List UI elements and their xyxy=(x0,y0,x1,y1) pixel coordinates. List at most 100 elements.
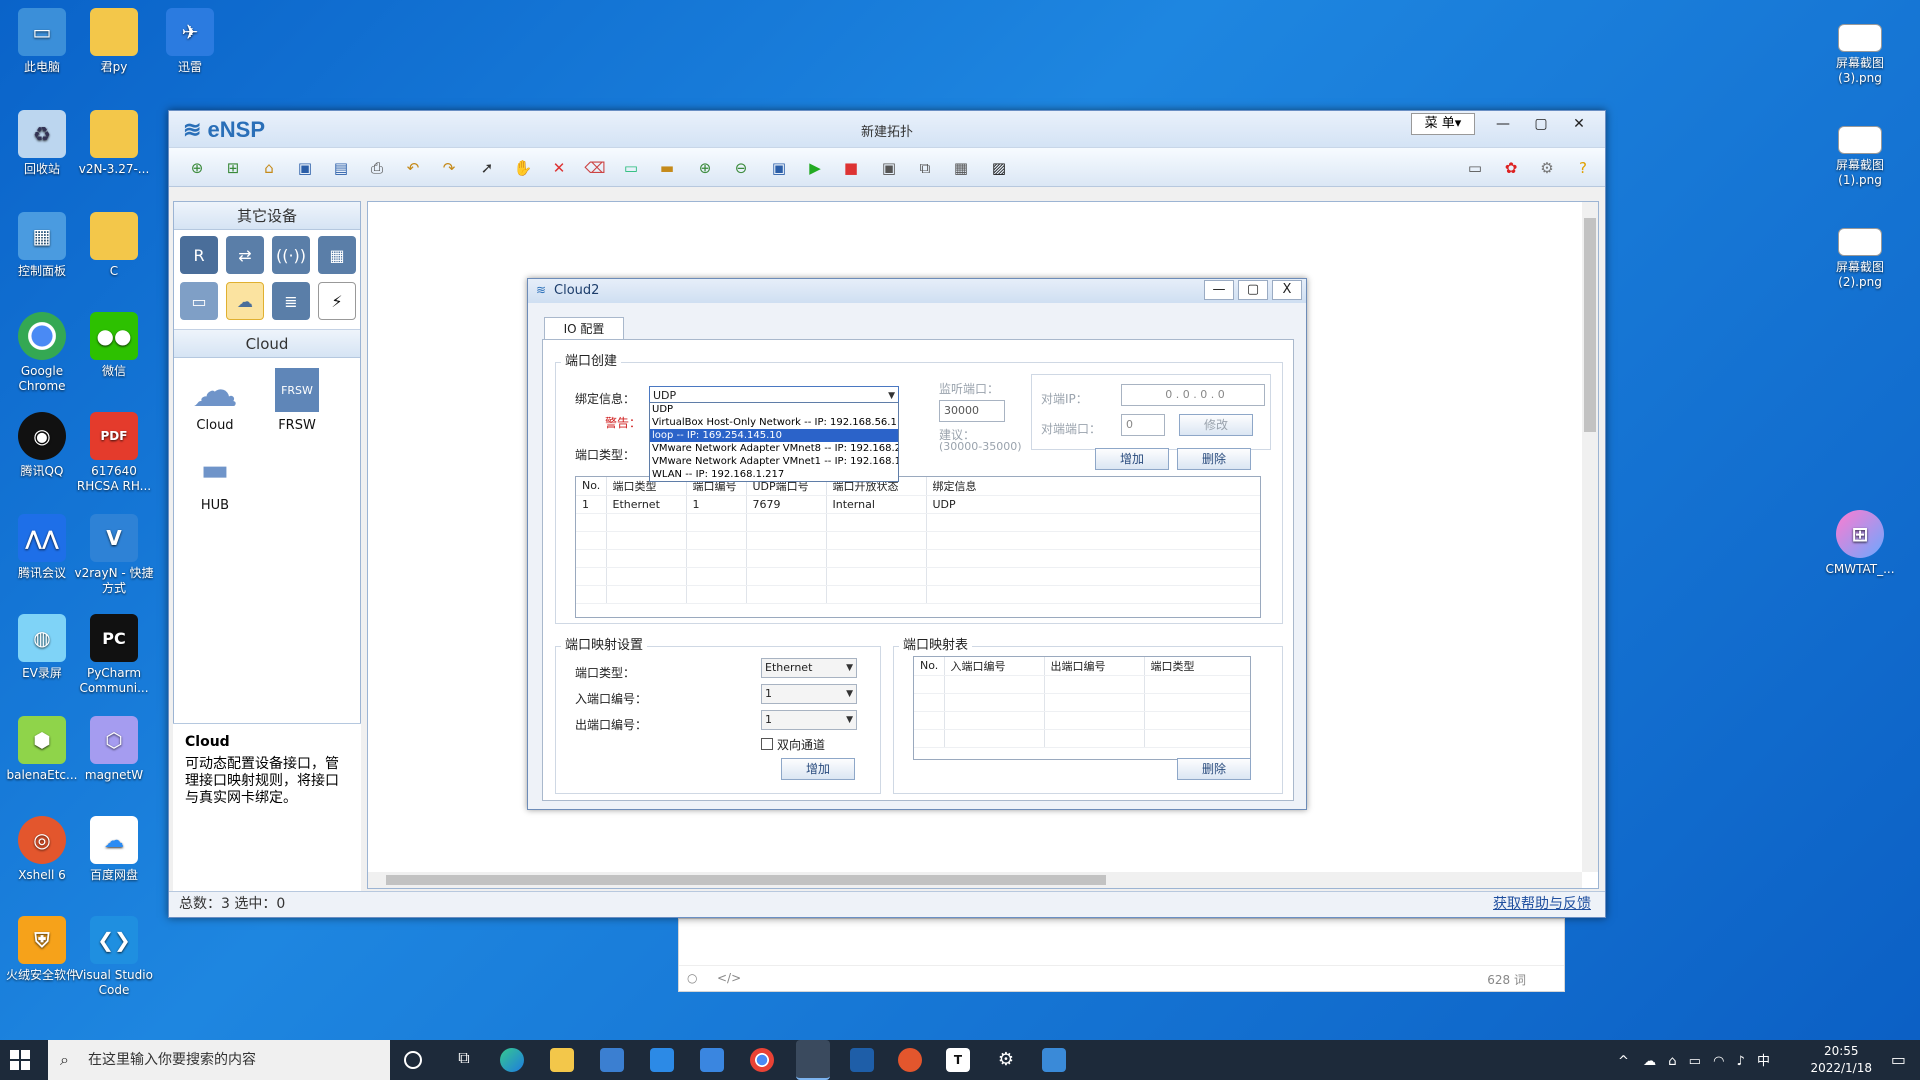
desktop-icon-magnetw[interactable]: ⬡ magnetW xyxy=(72,716,156,783)
start-icon[interactable]: ▶ xyxy=(803,156,827,180)
taskbar-search-box[interactable]: ⌕ 在这里输入你要搜索的内容 xyxy=(48,1040,390,1080)
add-mapping-button[interactable]: 增加 xyxy=(781,758,855,780)
desktop-icon-v2n-folder[interactable]: v2N-3.27-... xyxy=(72,110,156,177)
in-port-select[interactable]: 1 ▼ xyxy=(761,684,857,704)
chat-icon[interactable]: ▭ xyxy=(1463,156,1487,180)
modify-button[interactable]: 修改 xyxy=(1179,414,1253,436)
menu-button[interactable]: 菜 单▾ xyxy=(1411,113,1475,135)
huawei-icon[interactable]: ✿ xyxy=(1499,156,1523,180)
ensp-taskbar-icon[interactable] xyxy=(796,1040,830,1080)
bidirectional-checkbox[interactable] xyxy=(761,738,773,750)
hand-icon[interactable]: ✋ xyxy=(511,156,535,180)
code-icon[interactable]: </> xyxy=(717,971,741,985)
mail-icon[interactable] xyxy=(650,1048,674,1072)
minimize-button[interactable]: — xyxy=(1485,113,1521,135)
dropdown-option[interactable]: UDP xyxy=(650,403,898,416)
undo-icon[interactable]: ↶ xyxy=(401,156,425,180)
frame-relay-icon[interactable]: ≣ xyxy=(272,282,310,320)
desktop-icon-wechat[interactable]: ●● 微信 xyxy=(72,312,156,379)
close-button[interactable]: ✕ xyxy=(1561,113,1597,135)
notification-icon[interactable]: ▭ xyxy=(1891,1050,1906,1069)
firewall-icon[interactable]: ▦ xyxy=(318,236,356,274)
task-view-icon[interactable]: ⧉ xyxy=(452,1048,476,1072)
listen-port-input[interactable]: 30000 xyxy=(939,400,1005,422)
add-port-button[interactable]: 增加 xyxy=(1095,448,1169,470)
horizontal-scrollbar[interactable] xyxy=(368,872,1582,888)
cloud-category-icon[interactable]: ☁ xyxy=(226,282,264,320)
new-example-icon[interactable]: ⊞ xyxy=(221,156,245,180)
settings-gear-icon[interactable]: ⚙ xyxy=(994,1048,1018,1072)
wireless-icon[interactable]: ((·)) xyxy=(272,236,310,274)
horizontal-scroll-thumb[interactable] xyxy=(386,875,1106,885)
chrome-icon[interactable] xyxy=(750,1048,774,1072)
desktop-icon-vscode[interactable]: ❮❯ Visual Studio Code xyxy=(72,916,156,998)
desktop-icon-pycharm[interactable]: PC PyCharm Communi... xyxy=(72,614,156,696)
desktop-icon-xunlei[interactable]: ✈ 迅雷 xyxy=(148,8,232,75)
desktop-icon-baidu-netdisk[interactable]: ☁ 百度网盘 xyxy=(72,816,156,883)
bind-info-dropdown-list[interactable]: UDP VirtualBox Host-Only Network -- IP: … xyxy=(649,402,899,482)
dropdown-option[interactable]: WLAN -- IP: 192.168.1.217 xyxy=(650,468,898,481)
xunlei-icon[interactable] xyxy=(700,1048,724,1072)
cortana-icon[interactable] xyxy=(404,1051,422,1069)
help-feedback-link[interactable]: 获取帮助与反馈 xyxy=(1493,892,1591,916)
new-topology-icon[interactable]: ⊕ xyxy=(185,156,209,180)
desktop-icon-folder-py[interactable]: 君py xyxy=(72,8,156,75)
router-icon[interactable]: R xyxy=(180,236,218,274)
desktop-icon-pdf[interactable]: PDF 617640 RHCSA RH... xyxy=(72,412,156,494)
ime-indicator[interactable]: 中 xyxy=(1757,1054,1770,1069)
delete-icon[interactable]: ✕ xyxy=(547,156,571,180)
file-explorer-icon[interactable] xyxy=(550,1048,574,1072)
cloud2-close-button[interactable]: X xyxy=(1272,280,1302,300)
ensp-titlebar[interactable]: ≋ eNSP 新建拓扑 菜 单▾ — ▢ ✕ xyxy=(169,111,1605,147)
onedrive-icon[interactable]: ☁ xyxy=(1643,1054,1656,1069)
clock[interactable]: 20:55 2022/1/18 xyxy=(1810,1043,1872,1077)
desktop-icon-cmwtat[interactable]: ⊞ CMWTAT_... xyxy=(1818,510,1902,577)
delete-port-button[interactable]: 删除 xyxy=(1177,448,1251,470)
redo-icon[interactable]: ↷ xyxy=(437,156,461,180)
desktop-icon-folder-c[interactable]: C xyxy=(72,212,156,279)
pointer-icon[interactable]: ➚ xyxy=(475,156,499,180)
chevron-up-icon[interactable]: ^ xyxy=(1618,1054,1629,1069)
edge-icon[interactable] xyxy=(500,1048,524,1072)
cloud2-titlebar[interactable]: ≋ Cloud2 — ▢ X xyxy=(528,279,1306,303)
open-icon[interactable]: ⌂ xyxy=(257,156,281,180)
volume-icon[interactable]: ♪ xyxy=(1737,1054,1745,1069)
wifi-icon[interactable]: ◠ xyxy=(1713,1054,1724,1069)
out-port-select[interactable]: 1 ▼ xyxy=(761,710,857,730)
battery-icon[interactable]: ▭ xyxy=(1689,1054,1701,1069)
desktop-icon-screenshot-3[interactable]: 屏幕截图 (3).png xyxy=(1818,24,1902,86)
dropdown-option[interactable]: VMware Network Adapter VMnet8 -- IP: 192… xyxy=(650,442,898,455)
dropdown-option-selected[interactable]: loop -- IP: 169.254.145.10 xyxy=(650,429,898,442)
typora-icon[interactable]: T xyxy=(946,1048,970,1072)
link-icon[interactable]: ⚡ xyxy=(318,282,356,320)
network-icon[interactable]: ⌂ xyxy=(1668,1054,1676,1069)
desktop-icon-screenshot-1[interactable]: 屏幕截图 (1).png xyxy=(1818,126,1902,188)
xshell-icon[interactable] xyxy=(898,1048,922,1072)
maximize-button[interactable]: ▢ xyxy=(1523,113,1559,135)
save-as-icon[interactable]: ▤ xyxy=(329,156,353,180)
gear-icon[interactable]: ⚙ xyxy=(1535,156,1559,180)
rectangle-icon[interactable]: ▬ xyxy=(655,156,679,180)
print-icon[interactable]: ⎙ xyxy=(365,156,389,180)
device-cloud[interactable]: ☁ Cloud xyxy=(180,363,250,433)
cloud2-minimize-button[interactable]: — xyxy=(1204,280,1234,300)
fit-icon[interactable]: ▣ xyxy=(767,156,791,180)
pc-icon[interactable]: ▭ xyxy=(180,282,218,320)
dropdown-option[interactable]: VMware Network Adapter VMnet1 -- IP: 192… xyxy=(650,455,898,468)
save-icon[interactable]: ▣ xyxy=(293,156,317,180)
device-frsw[interactable]: FRSW FRSW xyxy=(262,368,332,433)
screenshot-icon[interactable]: ▨ xyxy=(987,156,1011,180)
vertical-scroll-thumb[interactable] xyxy=(1584,218,1596,432)
dropdown-option[interactable]: VirtualBox Host-Only Network -- IP: 192.… xyxy=(650,416,898,429)
store-icon[interactable] xyxy=(600,1048,624,1072)
text-icon[interactable]: ▭ xyxy=(619,156,643,180)
stop-icon[interactable]: ■ xyxy=(839,156,863,180)
vertical-scrollbar[interactable] xyxy=(1582,202,1598,872)
zoom-in-icon[interactable]: ⊕ xyxy=(693,156,717,180)
map-type-select[interactable]: Ethernet ▼ xyxy=(761,658,857,678)
grid-icon[interactable]: ▦ xyxy=(949,156,973,180)
tab-io-config[interactable]: IO 配置 xyxy=(544,317,624,341)
remote-desktop-icon[interactable] xyxy=(1042,1048,1066,1072)
zoom-out-icon[interactable]: ⊖ xyxy=(729,156,753,180)
desktop-icon-v2rayn[interactable]: Vv2rayN - 快捷方式 xyxy=(72,514,156,596)
